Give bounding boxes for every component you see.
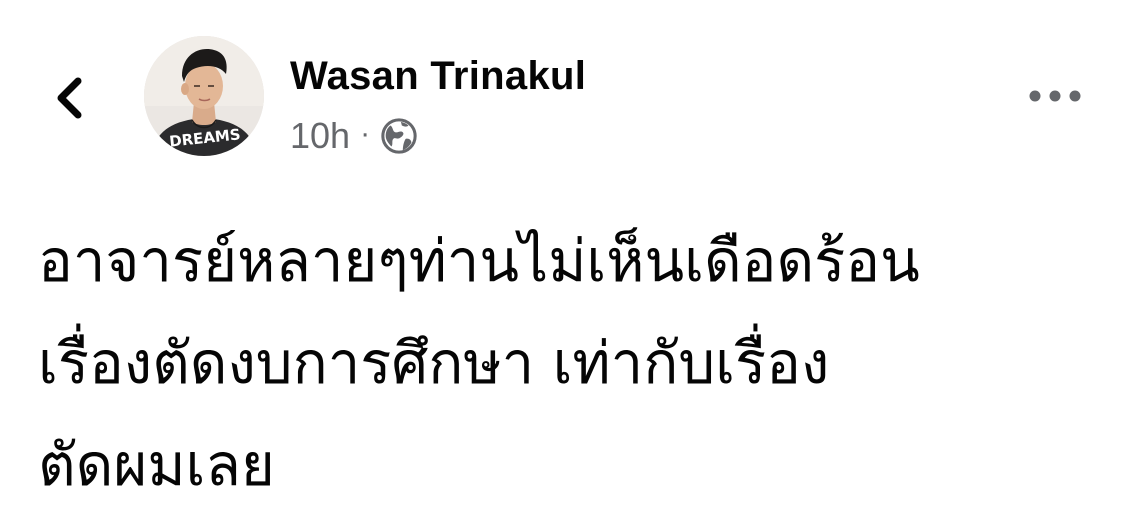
more-options-button[interactable] xyxy=(1020,76,1090,116)
profile-photo: DREAMS xyxy=(144,36,264,156)
chevron-left-icon xyxy=(57,77,82,119)
post-text-line: เรื่องตัดงบการศึกษา เท่ากับเรื่อง xyxy=(38,329,830,397)
back-button[interactable] xyxy=(44,68,94,128)
post-text-line: ตัดผมเลย xyxy=(38,431,275,499)
post-text: อาจารย์หลายๆท่านไม่เห็นเดือดร้อน เรื่องต… xyxy=(38,210,1108,516)
author-name[interactable]: Wasan Trinakul xyxy=(290,54,586,99)
more-horizontal-icon xyxy=(1029,90,1081,102)
post-text-line: อาจารย์หลายๆท่านไม่เห็นเดือดร้อน xyxy=(38,227,920,295)
meta-separator: · xyxy=(360,117,371,150)
globe-icon xyxy=(381,118,417,154)
avatar[interactable]: DREAMS xyxy=(144,36,264,156)
post-timestamp[interactable]: 10h xyxy=(290,115,350,157)
post-meta: 10h · xyxy=(290,114,418,158)
